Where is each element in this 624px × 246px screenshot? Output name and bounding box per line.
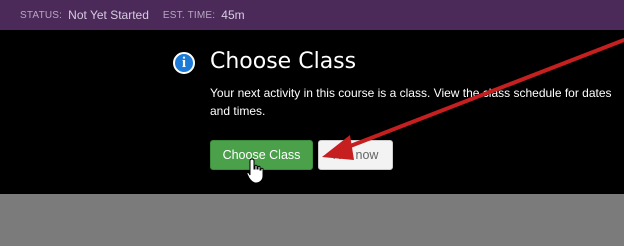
modal-title: Choose Class bbox=[210, 49, 357, 74]
est-time-value: 45m bbox=[221, 8, 245, 22]
hand-cursor-icon bbox=[246, 158, 264, 184]
status-value: Not Yet Started bbox=[68, 8, 149, 22]
page-content-area bbox=[0, 194, 624, 246]
not-now-button[interactable]: Not now bbox=[318, 140, 393, 170]
est-time-label: EST. TIME: bbox=[162, 9, 216, 21]
status-label: STATUS: bbox=[20, 9, 63, 21]
info-icon: i bbox=[173, 52, 195, 74]
status-bar: STATUS: Not Yet Started EST. TIME: 45m bbox=[0, 0, 624, 30]
modal-description: Your next activity in this course is a c… bbox=[210, 86, 612, 118]
